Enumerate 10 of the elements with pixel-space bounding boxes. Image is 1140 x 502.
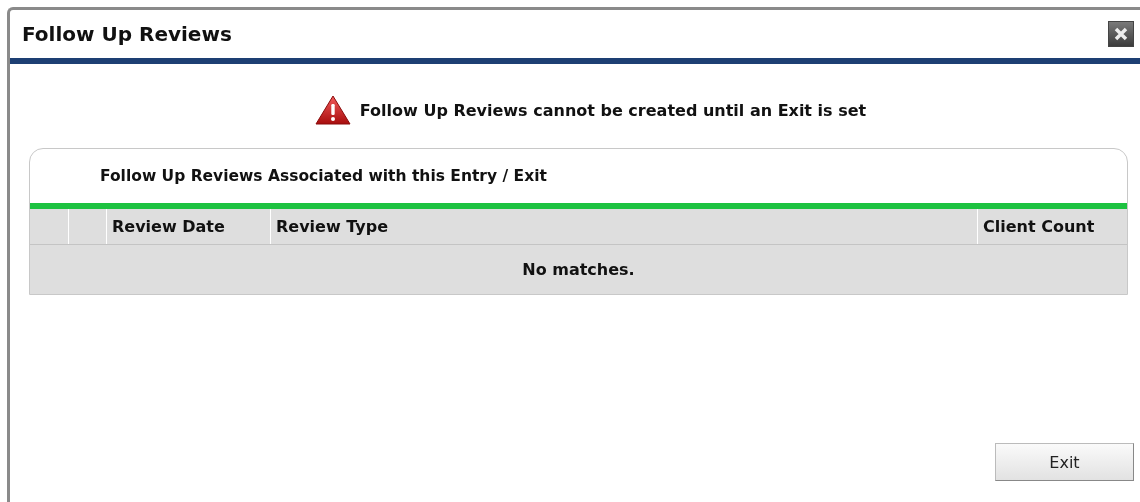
exit-button[interactable]: Exit [995, 443, 1134, 481]
close-button[interactable] [1108, 21, 1134, 47]
empty-message: No matches. [30, 245, 1127, 294]
warning-icon [313, 94, 352, 126]
column-header[interactable]: Client Count [977, 209, 1127, 244]
column-header[interactable]: Review Date [106, 209, 270, 244]
close-icon [1113, 26, 1129, 42]
warning-message: Follow Up Reviews cannot be created until an Exit is set [359, 100, 867, 120]
column-header[interactable]: Review Type [270, 209, 977, 244]
window-title: Follow Up Reviews [22, 22, 232, 46]
